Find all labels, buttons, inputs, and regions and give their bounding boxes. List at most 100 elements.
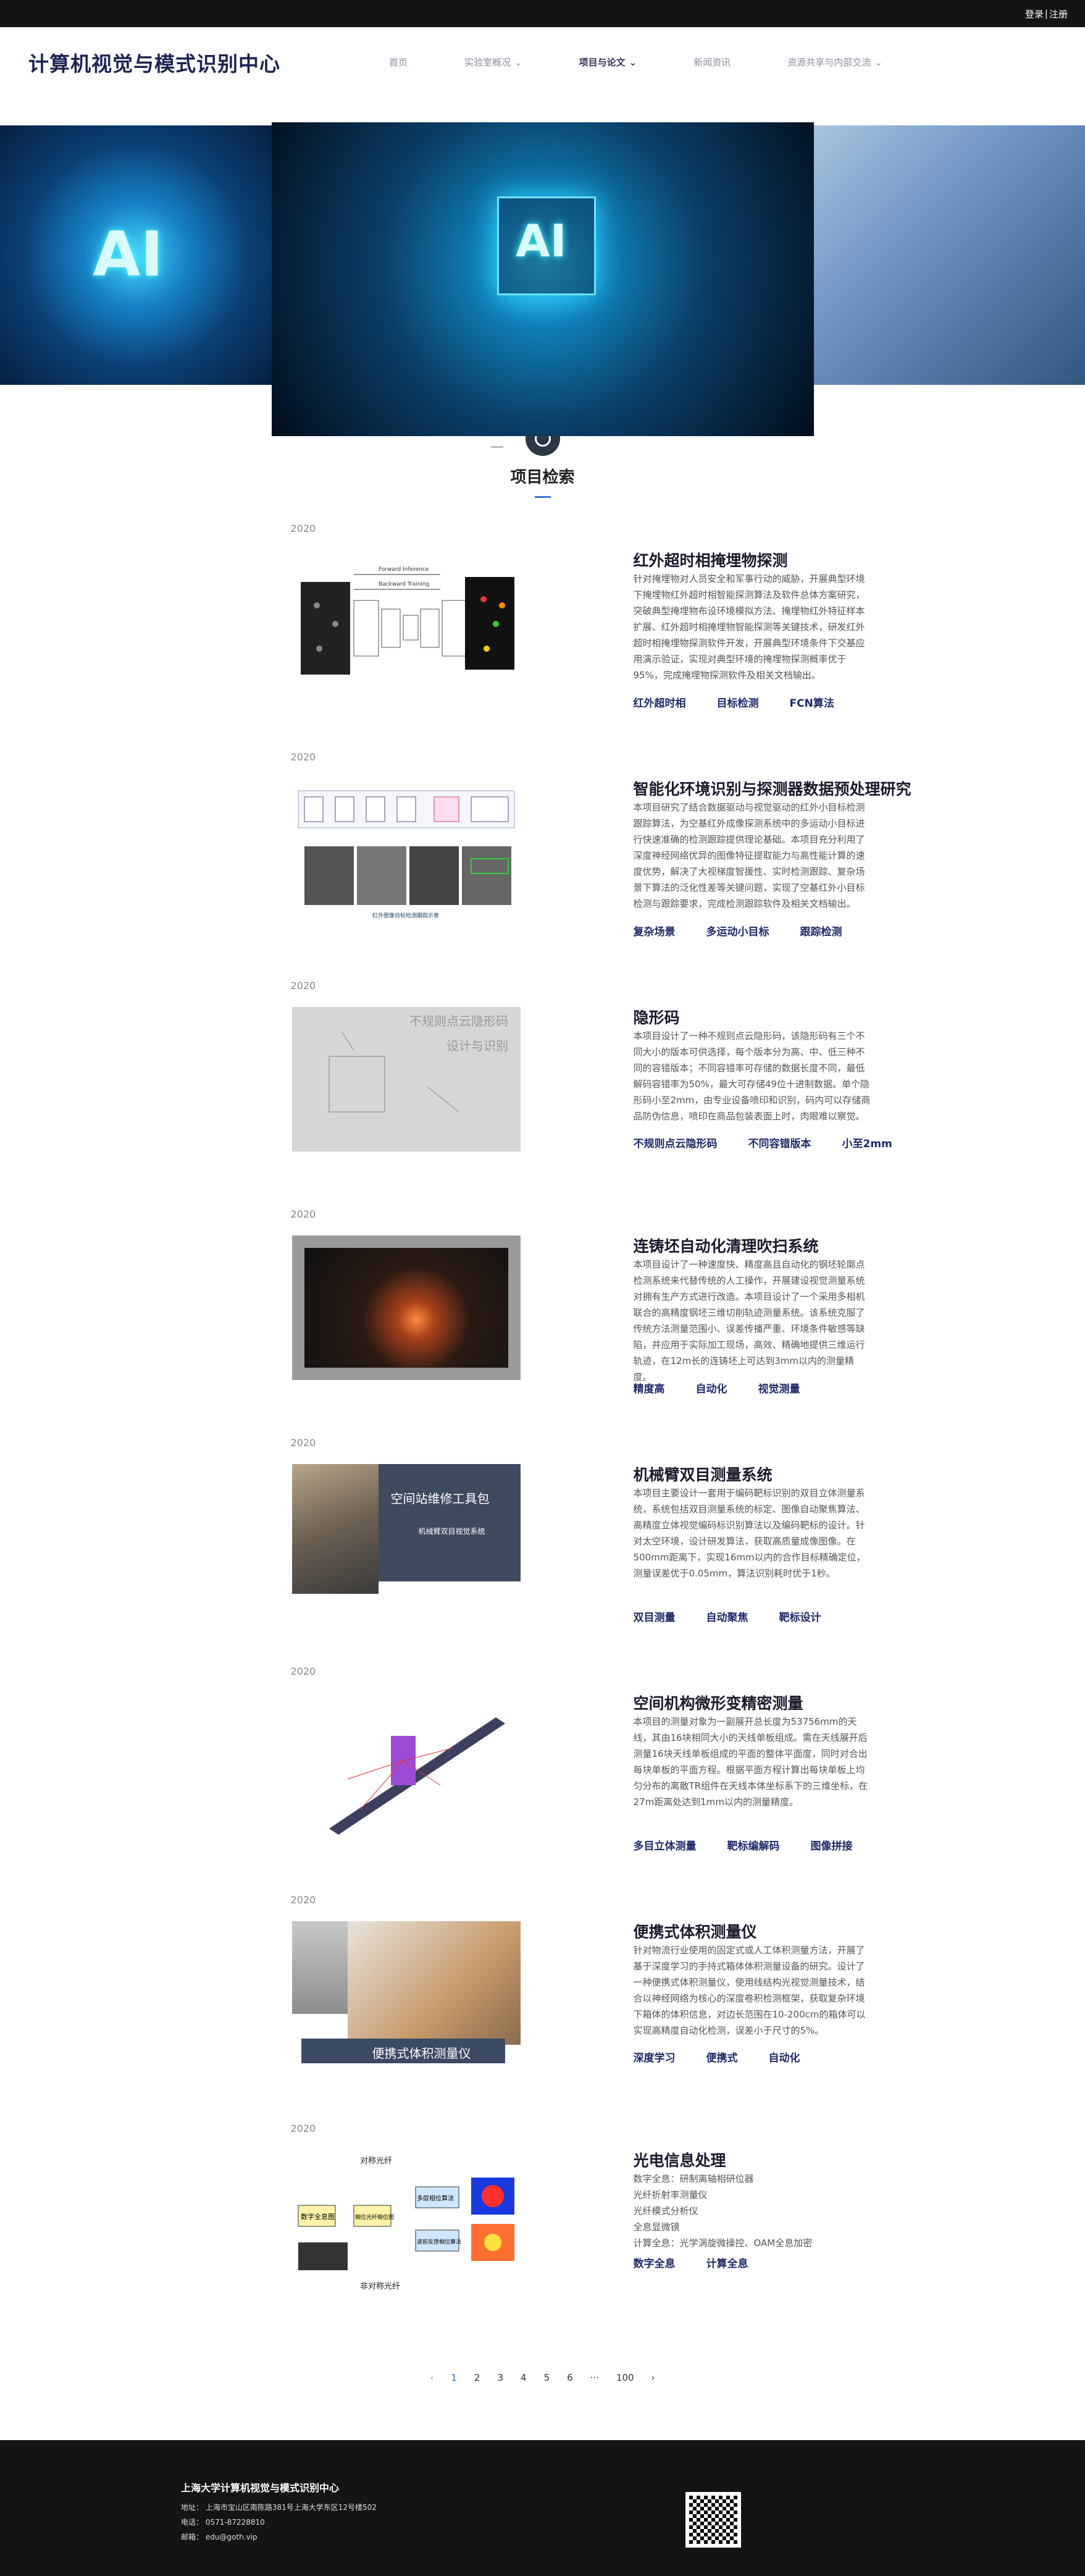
project-description: 本项目设计了一种不规则点云隐形码，该隐形码有三个不同大小的版本可供选择，每个版本… bbox=[633, 1030, 871, 1122]
footer-address: 地址： 上海市宝山区南陈路381号上海大学东区12号楼502 bbox=[181, 2503, 377, 2512]
nav-resources[interactable]: 资源共享与内部交流 ⌄ bbox=[787, 56, 882, 69]
project-thumbnail[interactable]: 红外图像目标检测跟踪示意 bbox=[291, 778, 521, 923]
project-tag[interactable]: 自动化 bbox=[769, 2049, 800, 2065]
project-thumbnail[interactable]: 不规则点云隐形码 设计与识别 bbox=[291, 1007, 521, 1151]
project-description: 数字全息：研制离轴相研位器 光纤折射率测量仪 光纤模式分析仪 全息显微镜 计算全… bbox=[634, 2171, 871, 2251]
project-title[interactable]: 便携式体积测量仪 bbox=[634, 1920, 757, 1942]
footer-phone: 电话： 0571-87228810 bbox=[181, 2518, 265, 2527]
project-item: 2020 空间站维修工具包 机械臂双目视觉系统 机械臂双目测量系统 本项目主要设… bbox=[92, 1434, 994, 1663]
project-tag[interactable]: 便携式 bbox=[706, 2049, 738, 2065]
hero-banner: AI AI bbox=[0, 97, 1085, 436]
project-tag[interactable]: 图像拼接 bbox=[811, 1837, 853, 1853]
project-tags: 双目测量 自动聚焦 靶标设计 bbox=[634, 1609, 852, 1624]
project-tag[interactable]: 目标检测 bbox=[717, 694, 759, 710]
page-5[interactable]: 5 bbox=[544, 2372, 550, 2383]
image-label: 空间站维修工具包 bbox=[390, 1491, 490, 1506]
hero-left-ai: AI bbox=[93, 218, 164, 290]
project-tag[interactable]: 自动聚焦 bbox=[706, 1609, 748, 1624]
project-tag[interactable]: 复杂场景 bbox=[634, 923, 676, 938]
prev-page-button[interactable]: ‹ bbox=[430, 2372, 434, 2383]
nav-projects-papers[interactable]: 项目与论文 ⌄ bbox=[579, 56, 637, 69]
top-bar: 登录 | 注册 bbox=[0, 0, 1085, 27]
project-tag[interactable]: 靶标设计 bbox=[779, 1609, 821, 1624]
project-tag[interactable]: 精度高 bbox=[634, 1380, 665, 1395]
page-last[interactable]: 100 bbox=[616, 2372, 634, 2383]
site-footer: 上海大学计算机视觉与模式识别中心 地址： 上海市宝山区南陈路381号上海大学东区… bbox=[0, 2440, 1085, 2576]
site-logo[interactable]: 计算机视觉与模式识别中心 bbox=[28, 48, 280, 77]
project-item: 2020 连铸坯自动化清理吹扫系统 本项目设计了一种速度快、精度高且自动化的钢坯… bbox=[92, 1206, 994, 1434]
hero-left-image: AI bbox=[0, 125, 272, 385]
project-tags: 精度高 自动化 视觉测量 bbox=[634, 1380, 831, 1395]
project-thumbnail[interactable]: Forward Inference Backward Training bbox=[291, 550, 521, 694]
pagination: ‹ 1 2 3 4 5 6 ··· 100 › bbox=[0, 2367, 1085, 2388]
project-title[interactable]: 机械臂双目测量系统 bbox=[634, 1463, 773, 1485]
project-thumbnail[interactable] bbox=[291, 1693, 521, 1837]
nav-home[interactable]: 首页 bbox=[389, 56, 408, 69]
project-description: 本项目设计了一种速度快、精度高且自动化的钢坯轮廓点检测系统来代替传统的人工操作，… bbox=[633, 1259, 865, 1383]
project-tag[interactable]: 不规则点云隐形码 bbox=[634, 1135, 718, 1150]
project-tag[interactable]: 计算全息 bbox=[706, 2255, 748, 2270]
project-thumbnail[interactable] bbox=[291, 1235, 521, 1380]
hero-center-ai: AI bbox=[516, 215, 567, 267]
image-label: 机械臂双目视觉系统 bbox=[418, 1527, 485, 1536]
project-title[interactable]: 智能化环境识别与探测器数据预处理研究 bbox=[634, 777, 911, 799]
chevron-down-icon: ⌄ bbox=[514, 56, 522, 68]
project-title[interactable]: 光电信息处理 bbox=[634, 2149, 726, 2171]
project-tag[interactable]: 红外超时相 bbox=[634, 694, 686, 710]
nav-news[interactable]: 新闻资讯 bbox=[693, 56, 731, 69]
project-year: 2020 bbox=[290, 980, 316, 991]
project-title[interactable]: 红外超时相掩埋物探测 bbox=[634, 549, 788, 571]
project-tags: 多目立体测量 靶标编解码 图像拼接 bbox=[634, 1837, 884, 1853]
project-year: 2020 bbox=[290, 1208, 316, 1220]
project-tag[interactable]: 跟踪检测 bbox=[800, 923, 842, 938]
project-tag[interactable]: 小至2mm bbox=[842, 1135, 892, 1150]
project-tags: 数字全息 计算全息 bbox=[634, 2255, 779, 2270]
login-link[interactable]: 登录 bbox=[1025, 7, 1044, 20]
project-tag[interactable]: FCN算法 bbox=[790, 694, 834, 710]
next-page-button[interactable]: › bbox=[651, 2372, 655, 2383]
project-thumbnail[interactable]: 对称光纤 数字全息图 相位光纤相位图 多层相位算法 波前反馈相位算法 非对称光纤 bbox=[291, 2150, 521, 2294]
project-description: 本项目研究了结合数据驱动与视觉驱动的红外小目标检测跟踪算法，为空基红外成像探测系… bbox=[633, 802, 865, 909]
project-title[interactable]: 连铸坯自动化清理吹扫系统 bbox=[634, 1234, 819, 1256]
project-tag[interactable]: 多运动小目标 bbox=[706, 923, 769, 938]
nav-lab-overview[interactable]: 实验室概况 ⌄ bbox=[464, 56, 522, 69]
panel-dark bbox=[378, 1464, 521, 1581]
project-title[interactable]: 空间机构微形变精密测量 bbox=[634, 1691, 803, 1714]
robot-arm-photo bbox=[291, 1464, 379, 1594]
image-label: 波前反馈相位算法 bbox=[417, 2238, 461, 2246]
project-tag[interactable]: 多目立体测量 bbox=[634, 1837, 697, 1853]
register-link[interactable]: 注册 bbox=[1049, 7, 1068, 20]
project-tag[interactable]: 数字全息 bbox=[634, 2255, 676, 2270]
page-4[interactable]: 4 bbox=[521, 2372, 527, 2383]
project-tag[interactable]: 自动化 bbox=[696, 1380, 727, 1395]
project-tag[interactable]: 视觉测量 bbox=[758, 1380, 800, 1395]
page-2[interactable]: 2 bbox=[474, 2372, 480, 2383]
project-year: 2020 bbox=[290, 2123, 316, 2134]
project-year: 2020 bbox=[290, 1665, 316, 1677]
project-tag[interactable]: 不同容错版本 bbox=[748, 1135, 811, 1150]
steel-casting-image bbox=[304, 1248, 508, 1368]
project-tag[interactable]: 靶标编解码 bbox=[727, 1837, 780, 1853]
detection-image: 红外图像目标检测跟踪示意 bbox=[298, 790, 514, 919]
project-tag[interactable]: 深度学习 bbox=[634, 2049, 676, 2065]
project-tag[interactable]: 双目测量 bbox=[634, 1609, 676, 1624]
project-thumbnail[interactable]: 空间站维修工具包 机械臂双目视觉系统 bbox=[291, 1464, 521, 1609]
project-item: 2020 空间机构微形变精密测量 本项目的测量对象为一副展开总长度为53756m… bbox=[92, 1663, 994, 1892]
desc-line: 全息显微镜 bbox=[633, 2221, 680, 2233]
page-3[interactable]: 3 bbox=[497, 2372, 503, 2383]
nav-lab-label: 实验室概况 bbox=[464, 57, 511, 68]
desc-line: 数字全息：研制离轴相研位器 bbox=[633, 2173, 754, 2184]
project-list: 2020 Forward Inference Backward Training… bbox=[92, 520, 994, 2349]
network-diagram-image: Forward Inference Backward Training bbox=[300, 566, 514, 675]
project-description: 针对掩埋物对人员安全和军事行动的威胁，开展典型环境下掩埋物红外超时相智能探测算法… bbox=[633, 573, 865, 681]
project-item: 2020 红外图像目标检测跟踪示意 智能化环境识别与探测器数据预处理研究 本项目… bbox=[92, 749, 994, 977]
project-title[interactable]: 隐形码 bbox=[634, 1006, 680, 1028]
desc-line: 光纤模式分析仪 bbox=[633, 2205, 698, 2216]
separator: | bbox=[1044, 8, 1048, 19]
project-thumbnail[interactable]: 便携式体积测量仪 bbox=[291, 1921, 521, 2066]
carousel-indicator[interactable] bbox=[491, 446, 503, 448]
page-6[interactable]: 6 bbox=[567, 2372, 573, 2383]
image-label: 数字全息图 bbox=[301, 2212, 335, 2221]
page-1[interactable]: 1 bbox=[451, 2372, 457, 2383]
project-item: 2020 Forward Inference Backward Training… bbox=[92, 520, 994, 749]
